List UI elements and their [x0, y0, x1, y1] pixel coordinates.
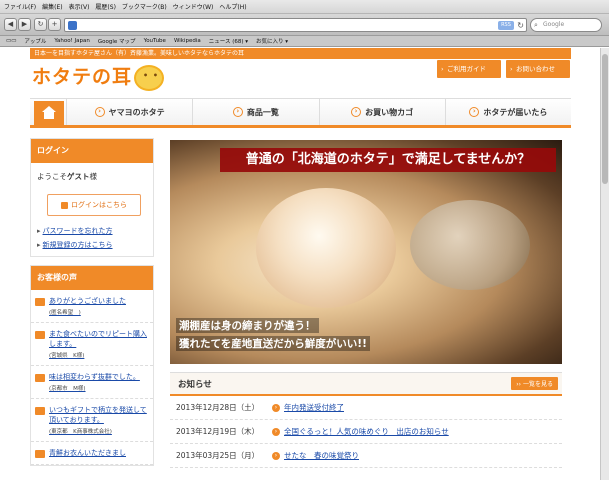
bookmark-favorites[interactable]: お気に入り ▾: [256, 37, 288, 45]
hero-subtext-2: 獲れたてを産地直送だから鮮度がいい!!: [176, 336, 370, 351]
nav-item-delivered[interactable]: › ホタテが届いたら: [444, 99, 571, 125]
list-item[interactable]: また食べたいのでリピート購入します。 (宮城県 K様): [31, 323, 153, 366]
global-nav: › ヤマヨのホタテ › 商品一覧 › お買い物カゴ › ホタテが届いたら: [30, 98, 571, 128]
list-item[interactable]: 青鮮お衣んいただきまし: [31, 442, 153, 465]
menu-window[interactable]: ウィンドウ(W): [173, 2, 214, 11]
register-link[interactable]: 新規登録の方はこちら: [31, 238, 153, 256]
bullet-icon: ›: [272, 403, 280, 412]
menu-file[interactable]: ファイル(F): [4, 2, 36, 11]
bookmark-news[interactable]: ニュース (68) ▾: [209, 37, 248, 45]
main-content: 普通の「北海道のホタテ」で満足してませんか？ 潮棚産は身の締まりが違う！ 獲れた…: [170, 140, 562, 468]
table-row: 2013年03月25日（月） › せたな 春の味覚祭り: [170, 444, 562, 468]
bullet-icon: ›: [272, 451, 280, 460]
arrow-right-icon: ›: [469, 107, 480, 117]
table-row: 2013年12月28日（土） › 年内発送受付終了: [170, 396, 562, 420]
news-date: 2013年12月19日（木）: [176, 427, 260, 436]
list-item[interactable]: ありがとうございました (匿名希望 ): [31, 290, 153, 323]
bookmarks-book-icon[interactable]: ▭▭: [6, 38, 16, 44]
bookmark-yahoo[interactable]: Yahoo! Japan: [54, 38, 89, 44]
nav-item-yamayo[interactable]: › ヤマヨのホタテ: [66, 99, 192, 125]
welcome-text: ようこそゲスト様: [37, 172, 97, 181]
arrow-right-icon: ›: [232, 107, 243, 117]
news-more-button[interactable]: ›› 一覧を見る: [511, 377, 558, 390]
login-box: ログイン ようこそゲスト様 ログインはこちら パスワードを忘れた方 新規登録の方…: [30, 138, 154, 257]
back-icon[interactable]: ◀: [4, 18, 17, 31]
news-link[interactable]: 全国ぐるっと！人気の味めぐり 出店のお知らせ: [284, 426, 449, 437]
news-date: 2013年12月28日（土）: [176, 403, 260, 412]
menu-help[interactable]: ヘルプ(H): [219, 2, 246, 11]
contact-button[interactable]: お問い合わせ: [506, 60, 570, 78]
bookmark-wikipedia[interactable]: Wikipedia: [174, 38, 201, 44]
login-title: ログイン: [31, 139, 153, 163]
mail-icon: [35, 298, 45, 306]
bookmarks-bar: ▭▭ アップル Yahoo! Japan Google マップ YouTube …: [0, 36, 609, 47]
news-link[interactable]: 年内発送受付終了: [284, 402, 344, 413]
scallop-image: [256, 188, 396, 308]
refresh-icon[interactable]: ↻: [517, 20, 524, 31]
site-tagline: 日本一を目指すホタテ屋さん（有）斉藤漁業。美味しいホタテならホタテの耳: [30, 48, 571, 59]
voice-title: お客様の声: [31, 266, 153, 290]
news-link[interactable]: せたな 春の味覚祭り: [284, 450, 359, 461]
search-placeholder: Google: [543, 21, 565, 28]
mail-icon: [35, 374, 45, 382]
login-button[interactable]: ログインはこちら: [47, 194, 141, 216]
mail-icon: [35, 407, 45, 415]
user-name: ゲスト: [67, 172, 90, 181]
table-row: 2013年12月19日（木） › 全国ぐるっと！人気の味めぐり 出店のお知らせ: [170, 420, 562, 444]
search-icon: ⌕: [534, 21, 538, 29]
menu-edit[interactable]: 編集(E): [42, 2, 62, 11]
mail-icon: [35, 331, 45, 339]
menu-bookmarks[interactable]: ブックマーク(B): [122, 2, 167, 11]
site-logo[interactable]: ホタテの耳: [32, 62, 165, 91]
forward-icon[interactable]: ▶: [18, 18, 31, 31]
nav-item-cart[interactable]: › お買い物カゴ: [318, 99, 445, 125]
logo-text: ホタテの耳: [32, 66, 133, 88]
sidebar: ログイン ようこそゲスト様 ログインはこちら パスワードを忘れた方 新規登録の方…: [30, 138, 154, 474]
browser-menubar: ファイル(F) 編集(E) 表示(V) 履歴(S) ブックマーク(B) ウィンド…: [0, 0, 609, 14]
customer-voice-box: お客様の声 ありがとうございました (匿名希望 ) また食べたいのでリピート購入し…: [30, 265, 154, 466]
nav-item-products[interactable]: › 商品一覧: [192, 99, 318, 125]
news-title: お知らせ: [178, 379, 212, 390]
search-input[interactable]: ⌕ Google: [530, 18, 602, 32]
scrollbar-thumb[interactable]: [602, 54, 608, 184]
add-bookmark-icon[interactable]: +: [48, 18, 61, 31]
reload-icon[interactable]: ↻: [34, 18, 47, 31]
scallop-shell-image: [410, 200, 530, 290]
mascot-icon: [134, 64, 165, 91]
list-item[interactable]: 味は相変わらず抜群でした。 (京都市 M様): [31, 366, 153, 399]
lock-icon: [61, 201, 68, 209]
bookmark-google-maps[interactable]: Google マップ: [98, 37, 136, 45]
address-bar[interactable]: RSS ↻: [64, 18, 527, 32]
rss-icon[interactable]: RSS: [498, 21, 514, 30]
hero-banner[interactable]: 普通の「北海道のホタテ」で満足してませんか？ 潮棚産は身の締まりが違う！ 獲れた…: [170, 140, 562, 364]
arrow-right-icon: ›: [351, 107, 362, 117]
favicon-icon: [68, 21, 77, 30]
arrow-right-icon: ›: [94, 107, 105, 117]
bookmark-youtube[interactable]: YouTube: [144, 38, 166, 44]
browser-toolbar: ◀ ▶ ↻ + RSS ↻ ⌕ Google: [0, 14, 609, 36]
home-icon[interactable]: [34, 101, 64, 127]
web-page: 日本一を目指すホタテ屋さん（有）斉藤漁業。美味しいホタテならホタテの耳 ホタテの…: [0, 48, 609, 480]
news-date: 2013年03月25日（月）: [176, 451, 260, 460]
bookmark-apple[interactable]: アップル: [24, 37, 46, 45]
page-scrollbar[interactable]: [600, 48, 609, 480]
hero-catchphrase: 普通の「北海道のホタテ」で満足してませんか？: [220, 148, 556, 172]
hero-subtext-1: 潮棚産は身の締まりが違う！: [176, 318, 319, 333]
forgot-password-link[interactable]: パスワードを忘れた方: [31, 224, 153, 238]
news-header: お知らせ ›› 一覧を見る: [170, 372, 562, 396]
bullet-icon: ›: [272, 427, 280, 436]
menu-history[interactable]: 履歴(S): [95, 2, 116, 11]
guide-button[interactable]: ご利用ガイド: [437, 60, 501, 78]
menu-view[interactable]: 表示(V): [69, 2, 90, 11]
list-item[interactable]: いつもギフトで柄立を発送して頂いております。 (東京都 K商事株式会社): [31, 399, 153, 442]
mail-icon: [35, 450, 45, 458]
